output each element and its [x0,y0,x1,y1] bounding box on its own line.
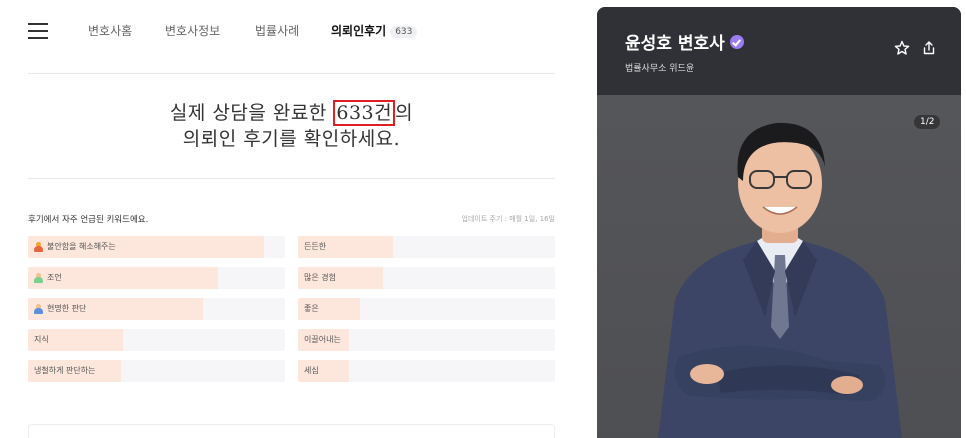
lawyer-photo[interactable]: 1/2 [597,95,961,438]
tab-legal-cases[interactable]: 법률사례 [255,22,299,39]
keyword-label: 든든한 [304,241,326,252]
keyword-label: 현명한 판단 [34,303,86,314]
top-nav: 변호사홈 변호사정보 법률사례 의뢰인후기 633 [28,20,556,44]
lawyer-profile-card: 윤성호 변호사 법률사무소 위드윤 1/2 [597,7,961,438]
keyword-label: 좋은 [304,303,319,314]
lawyer-portrait-illustration [658,122,902,438]
keyword-row[interactable]: 현명한 판단 [28,298,285,320]
update-note: 업데이트 주기 : 매월 1일, 16일 [461,215,555,223]
review-count-highlight: 633건 [333,100,396,126]
keyword-label: 세심 [304,365,319,376]
keyword-text: 불안함을 해소해주는 [47,242,116,251]
tab-lawyer-info[interactable]: 변호사정보 [165,22,220,39]
headline-text: 의 [395,102,414,124]
keyword-row[interactable]: 지식 [28,329,285,351]
keyword-row[interactable]: 냉철하게 판단하는 [28,360,285,382]
headline-line-2: 의뢰인 후기를 확인하세요. [182,128,401,150]
keyword-row[interactable]: 많은 경험 [298,267,555,289]
keyword-label: 지식 [34,334,49,345]
person-orange-icon [34,241,43,252]
keyword-row[interactable]: 이끌어내는 [298,329,555,351]
review-count-badge: 633 [390,26,418,38]
keyword-row[interactable]: 좋은 [298,298,555,320]
keyword-text: 지식 [34,335,49,344]
keyword-row[interactable]: 세심 [298,360,555,382]
menu-icon[interactable] [28,23,48,39]
tab-client-reviews[interactable]: 의뢰인후기 633 [331,22,418,39]
keywords-title: 후기에서 자주 언급된 키워드에요. [28,215,149,225]
tab-client-reviews-label: 의뢰인후기 [331,24,387,38]
keyword-text: 조언 [47,273,62,282]
photo-page-counter: 1/2 [914,115,941,129]
keyword-label: 조언 [34,272,62,283]
keyword-text: 많은 경험 [304,273,336,282]
keyword-row[interactable]: 조언 [28,267,285,289]
headline-text: 실제 상담을 완료한 [169,102,334,124]
tab-lawyer-home[interactable]: 변호사홈 [88,22,132,39]
lawyer-name-text: 윤성호 변호사 [625,34,725,54]
star-icon[interactable] [894,40,910,56]
review-card[interactable] [28,424,555,438]
keyword-label: 많은 경험 [304,272,336,283]
keyword-label: 이끌어내는 [304,334,341,345]
person-blue-icon [34,303,43,314]
verified-badge-icon [729,34,744,49]
share-icon[interactable] [921,40,937,56]
divider [28,178,555,179]
keyword-text: 세심 [304,366,319,375]
profile-header: 윤성호 변호사 법률사무소 위드윤 [597,7,961,95]
keyword-text: 현명한 판단 [47,304,87,313]
keyword-text: 든든한 [304,242,327,251]
keyword-text: 좋은 [304,304,319,313]
person-green-icon [34,272,43,283]
keyword-label: 불안함을 해소해주는 [34,241,116,252]
keyword-row[interactable]: 든든한 [298,236,555,258]
firm-name: 법률사무소 위드윤 [625,64,695,74]
headline-line-1: 실제 상담을 완료한 633건 의 [28,100,555,126]
keyword-label: 냉철하게 판단하는 [34,365,95,376]
lawyer-name: 윤성호 변호사 [625,29,744,54]
keyword-row[interactable]: 불안함을 해소해주는 [28,236,285,258]
keyword-text: 이끌어내는 [304,335,341,344]
review-headline: 실제 상담을 완료한 633건 의 의뢰인 후기를 확인하세요. [28,100,555,152]
divider [28,73,555,74]
keyword-text: 냉철하게 판단하는 [34,366,96,375]
